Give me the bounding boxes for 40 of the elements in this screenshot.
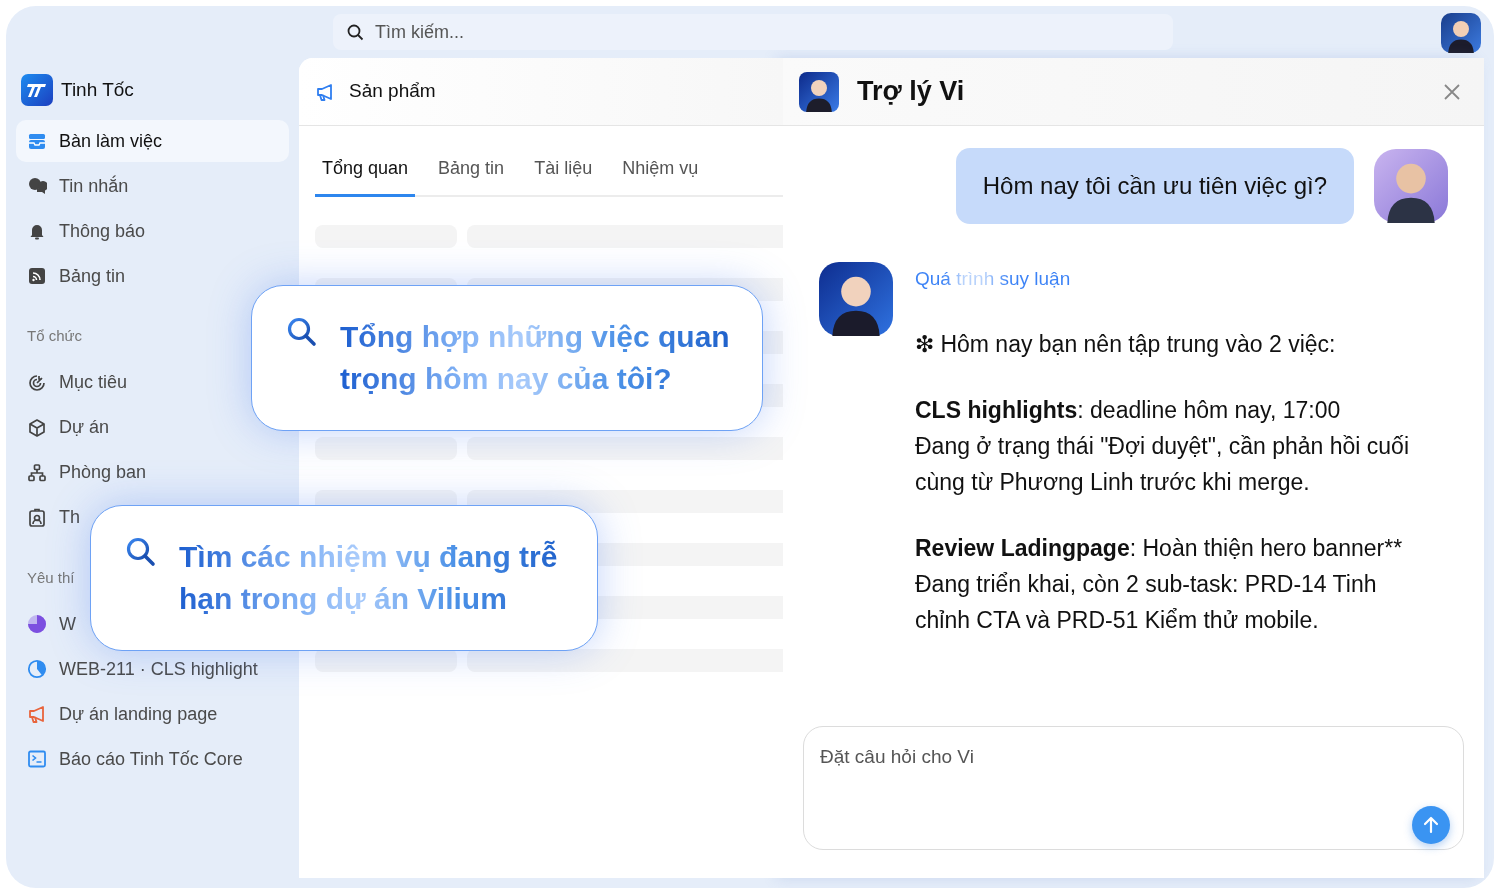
- target-icon: [27, 372, 47, 393]
- avatar: [799, 71, 839, 112]
- sidebar-item[interactable]: Th: [16, 496, 82, 539]
- tab[interactable]: Tổng quan: [315, 155, 416, 197]
- sidebar-item[interactable]: Báo cáo Tinh Tốc Core: [16, 738, 245, 780]
- avatar: [1441, 13, 1481, 53]
- arrow-up-icon: [1421, 815, 1441, 835]
- tab[interactable]: Tài liệu: [527, 155, 600, 197]
- panel-title: Sản phẩm: [349, 79, 436, 104]
- panel-title: Trợ lý Vi: [857, 75, 965, 109]
- sidebar-item[interactable]: Bàn làm việc: [16, 120, 289, 162]
- logo-icon: [21, 74, 53, 106]
- reply-paragraph: CLS highlights: deadline hôm nay, 17:00 Đang ở trạng thái "Đợi duyệt", cần phản hồi cuối cùng từ Phương Linh trước khi merge.: [915, 395, 1410, 497]
- org-chart-icon: [27, 462, 47, 483]
- sidebar-item[interactable]: W: [16, 603, 78, 645]
- section-heading: Tổ chức: [26, 326, 84, 346]
- reply-paragraph: ❇ Hôm nay bạn nên tập trung vào 2 việc:: [915, 329, 1337, 359]
- cube-icon: [27, 417, 47, 438]
- sidebar-item[interactable]: Tin nhắn: [16, 165, 131, 207]
- search-field[interactable]: Tìm kiếm...: [333, 14, 1173, 50]
- chat-icon: [27, 176, 47, 196]
- sidebar-item[interactable]: Bảng tin: [16, 255, 128, 297]
- section-heading: Yêu thí: [26, 567, 76, 588]
- inbox-icon: [27, 131, 47, 151]
- rss-icon: [27, 266, 47, 286]
- megaphone-icon: [315, 81, 335, 102]
- tab[interactable]: Bảng tin: [431, 155, 512, 197]
- sidebar-item[interactable]: WEB-211 · CLS highlight: [16, 648, 260, 690]
- reply-paragraph: Review Ladingpage: Hoàn thiện hero banner** Đang triển khai, còn 2 sub-task: PRD-14 Tinh chỉnh CTA và PRD-51 Kiểm thử mobile.: [915, 533, 1404, 635]
- brand-name: Tinh Tốc: [61, 77, 134, 102]
- sidebar-item[interactable]: Thông báo: [16, 210, 148, 252]
- tab[interactable]: Nhiệm vụ: [615, 155, 706, 197]
- id-badge-icon: [27, 507, 47, 528]
- chat-input[interactable]: Đặt câu hỏi cho Vi: [803, 726, 1464, 850]
- suggestion-card[interactable]: Tìm các nhiệm vụ đang trễ hạn trong dự án Vilium: [90, 505, 598, 651]
- sidebar-item[interactable]: Phòng ban: [16, 451, 149, 494]
- user-message: Hôm nay tôi cần ưu tiên việc gì?: [955, 148, 1354, 224]
- sidebar-item[interactable]: Mục tiêu: [16, 361, 130, 404]
- sidebar-item[interactable]: Dự án landing page: [16, 693, 220, 735]
- sidebar-item[interactable]: Dự án: [16, 406, 112, 449]
